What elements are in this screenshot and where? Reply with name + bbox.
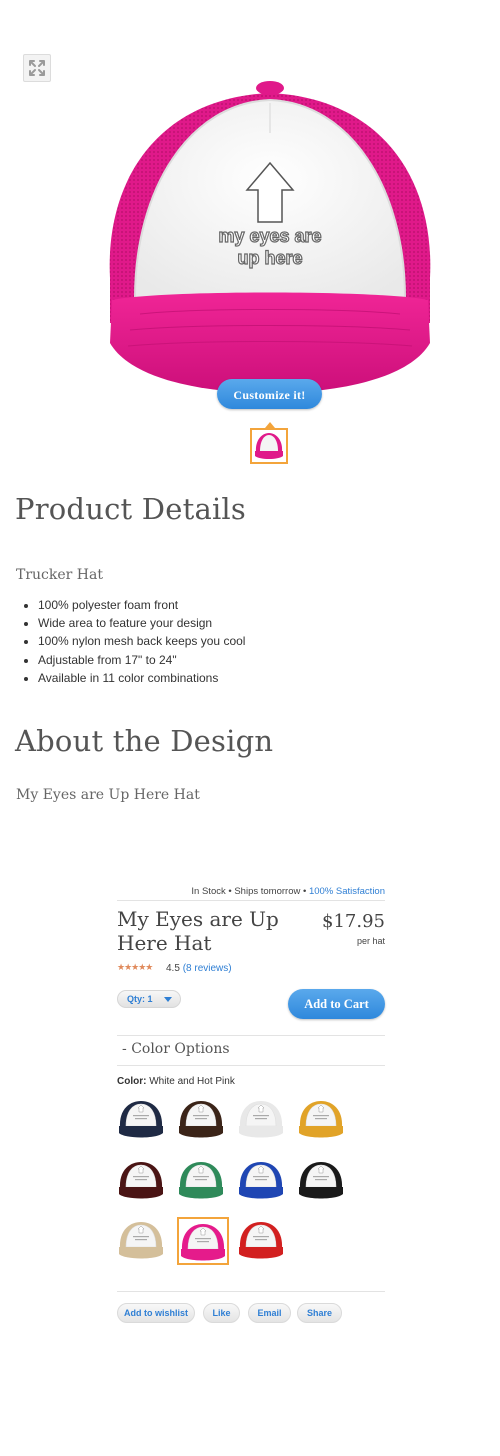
divider	[117, 1035, 385, 1036]
hat-swatch-icon	[239, 1162, 283, 1199]
hat-swatch-icon	[119, 1222, 163, 1259]
add-to-cart-button[interactable]: Add to Cart	[288, 989, 385, 1019]
divider	[117, 1291, 385, 1292]
hat-swatch-icon	[179, 1101, 223, 1138]
product-image: my eyes are up here	[109, 81, 431, 393]
color-options-toggle[interactable]: - Color Options	[122, 1041, 230, 1057]
color-swatch-white[interactable]	[237, 1096, 289, 1144]
chevron-down-icon	[164, 997, 172, 1002]
about-design-heading: About the Design	[15, 724, 274, 758]
hat-swatch-icon	[181, 1224, 225, 1261]
product-feature-list: 100% polyester foam front Wide area to f…	[18, 596, 245, 687]
product-details-heading: Product Details	[15, 492, 246, 526]
divider	[117, 900, 385, 901]
product-thumbnail[interactable]	[250, 428, 288, 464]
feature-item: Adjustable from 17" to 24"	[38, 651, 245, 669]
reviews-link[interactable]: (8 reviews)	[183, 963, 232, 974]
product-title: My Eyes are Up Here Hat	[117, 907, 279, 955]
hat-swatch-icon	[299, 1162, 343, 1199]
color-swatch-royal[interactable]	[237, 1157, 289, 1205]
hat-swatch-icon	[239, 1101, 283, 1138]
rating-stars: ★★★★★	[117, 962, 153, 972]
quantity-label: Qty: 1	[127, 994, 153, 1004]
hat-print-line-2: up here	[237, 248, 302, 268]
color-swatch-hot-pink[interactable]	[177, 1217, 229, 1265]
expand-image-button[interactable]	[23, 54, 51, 82]
design-description: My Eyes are Up Here Hat	[16, 787, 200, 803]
color-swatch-brown[interactable]	[177, 1096, 229, 1144]
hat-print-line-1: my eyes are	[218, 226, 321, 246]
hat-thumbnail-icon	[255, 433, 283, 459]
collapse-icon: -	[122, 1041, 127, 1057]
ships-text: Ships tomorrow	[234, 886, 301, 897]
customize-button[interactable]: Customize it!	[217, 379, 322, 409]
share-button[interactable]: Share	[297, 1303, 342, 1323]
color-swatch-maroon[interactable]	[117, 1157, 169, 1205]
hat-swatch-icon	[119, 1162, 163, 1199]
color-swatch-gold[interactable]	[297, 1096, 349, 1144]
color-swatch-red[interactable]	[237, 1217, 289, 1265]
hat-swatch-icon	[299, 1101, 343, 1138]
add-to-wishlist-button[interactable]: Add to wishlist	[117, 1303, 195, 1323]
feature-item: Available in 11 color combinations	[38, 669, 245, 687]
color-label: Color:	[117, 1076, 147, 1087]
rating-summary: 4.5 (8 reviews)	[166, 963, 232, 974]
feature-item: 100% polyester foam front	[38, 596, 245, 614]
color-swatch-navy[interactable]	[117, 1096, 169, 1144]
email-button[interactable]: Email	[248, 1303, 291, 1323]
expand-icon	[29, 60, 45, 76]
divider	[117, 1065, 385, 1066]
selected-color: Color: White and Hot Pink	[117, 1076, 235, 1087]
color-swatch-black[interactable]	[297, 1157, 349, 1205]
color-value: White and Hot Pink	[149, 1076, 235, 1087]
rating-value: 4.5	[166, 963, 180, 974]
hat-swatch-icon	[119, 1101, 163, 1138]
product-type: Trucker Hat	[16, 567, 103, 583]
feature-item: 100% nylon mesh back keeps you cool	[38, 632, 245, 650]
price-unit: per hat	[356, 936, 385, 946]
hat-swatch-icon	[179, 1162, 223, 1199]
feature-item: Wide area to feature your design	[38, 614, 245, 632]
color-swatch-green[interactable]	[177, 1157, 229, 1205]
price: $17.95	[322, 911, 385, 932]
color-swatch-khaki[interactable]	[117, 1217, 169, 1265]
color-options-heading: Color Options	[131, 1041, 230, 1057]
satisfaction-link[interactable]: 100% Satisfaction	[309, 886, 385, 897]
in-stock-text: In Stock	[191, 886, 226, 897]
like-button[interactable]: Like	[203, 1303, 240, 1323]
hat-swatch-icon	[239, 1222, 283, 1259]
availability-line: In Stock • Ships tomorrow • 100% Satisfa…	[191, 886, 385, 897]
quantity-select[interactable]: Qty: 1	[117, 990, 181, 1008]
